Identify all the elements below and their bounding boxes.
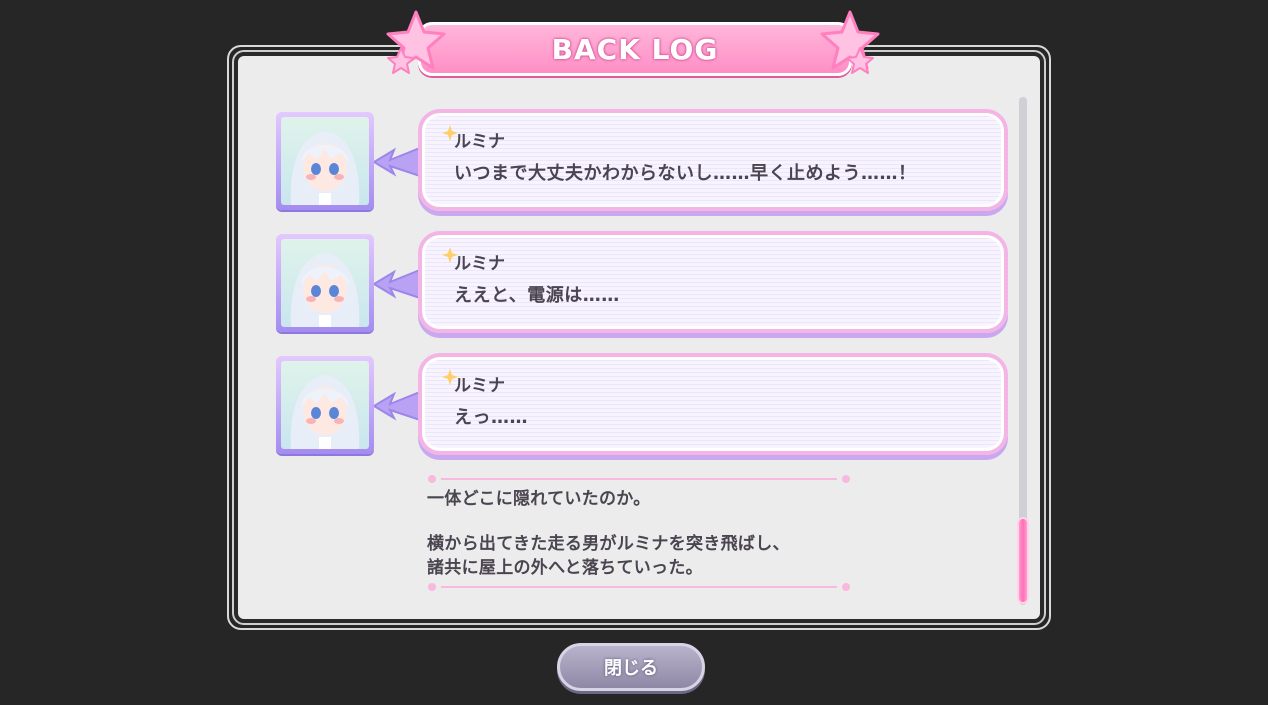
- dialogue-text: えっ……: [454, 407, 528, 428]
- narration-divider-top: [428, 475, 850, 483]
- speech-bubble: ルミナ ええと、電源は……: [418, 231, 1008, 333]
- portrait-frame: [276, 112, 374, 210]
- speech-tail-icon: [374, 390, 421, 422]
- close-button-label: 閉じる: [604, 658, 658, 679]
- log-entry[interactable]: ルミナ ええと、電源は……: [276, 231, 1008, 334]
- speaker-name: ルミナ: [454, 254, 505, 274]
- speech-tail-icon: [374, 268, 421, 300]
- speaker-name: ルミナ: [454, 132, 505, 152]
- narration-line: 横から出てきた走る男がルミナを突き飛ばし、: [427, 534, 790, 554]
- title-banner: BACK LOG: [418, 22, 852, 76]
- log-entry[interactable]: ルミナ いつまで大丈夫かわからないし……早く止めよう……！: [276, 109, 1008, 212]
- lumina-portrait-icon: [281, 361, 369, 449]
- narration-line: 諸共に屋上の外へと落ちていった。: [427, 558, 703, 578]
- lumina-portrait-icon: [281, 117, 369, 205]
- close-button[interactable]: 閉じる: [557, 643, 705, 691]
- narration-line: 一体どこに隠れていたのか。: [427, 489, 651, 509]
- dialogue-text: ええと、電源は……: [454, 285, 620, 306]
- portrait-frame: [276, 234, 374, 332]
- scrollbar-thumb[interactable]: [1017, 517, 1029, 604]
- speech-bubble: ルミナ えっ……: [418, 353, 1008, 455]
- log-entry[interactable]: ルミナ えっ……: [276, 353, 1008, 456]
- dialogue-text: いつまで大丈夫かわからないし……早く止めよう……！: [454, 163, 917, 184]
- lumina-portrait-icon: [281, 239, 369, 327]
- speech-bubble: ルミナ いつまで大丈夫かわからないし……早く止めよう……！: [418, 109, 1008, 211]
- speech-tail-icon: [374, 146, 421, 178]
- small-star-icon: [387, 47, 415, 74]
- speaker-name: ルミナ: [454, 376, 505, 396]
- title-text: BACK LOG: [551, 32, 719, 66]
- narration-divider-bottom: [428, 583, 850, 591]
- small-star-icon: [846, 47, 874, 74]
- portrait-frame: [276, 356, 374, 454]
